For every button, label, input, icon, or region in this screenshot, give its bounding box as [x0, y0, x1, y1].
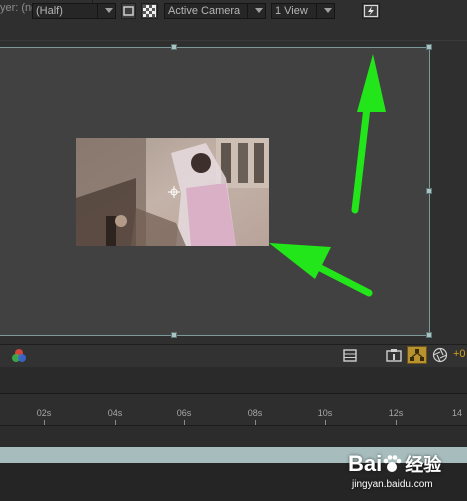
grid-guides-icon[interactable] — [342, 348, 358, 363]
resolution-dropdown[interactable]: (Half) — [32, 3, 116, 19]
watermark-brand: Bai — [348, 451, 383, 476]
camera-view-value: Active Camera — [168, 5, 241, 17]
chevron-down-icon — [105, 8, 113, 13]
fast-previews-icon — [363, 4, 379, 18]
region-of-interest-button[interactable] — [121, 3, 136, 19]
color-channels-icon[interactable] — [11, 348, 27, 364]
annotation-arrow-up — [351, 54, 386, 214]
transform-handle-top-right[interactable] — [426, 44, 432, 50]
pasteboard-edge — [0, 40, 467, 41]
view-layout-dropdown[interactable]: 1 View — [271, 3, 335, 19]
ruler-tick-label: 10s — [317, 408, 333, 418]
region-of-interest-icon — [123, 6, 134, 16]
watermark-brand-cn: 经验 — [405, 455, 442, 475]
ruler-tick-label: 02s — [36, 408, 52, 418]
transparency-grid-button[interactable] — [141, 3, 158, 19]
shutter-icon[interactable] — [432, 347, 448, 363]
ruler-tick-label: 12s — [388, 408, 404, 418]
chevron-down-icon — [324, 8, 332, 13]
annotation-arrow-left — [269, 243, 373, 297]
transform-handle-bottom[interactable] — [171, 332, 177, 338]
baidu-jingyan-watermark: Bai 经验 jingyan.baidu.com — [338, 447, 467, 501]
exposure-value[interactable]: +0 — [453, 348, 466, 360]
paw-logo-icon — [383, 455, 402, 472]
view-layout-value: 1 View — [275, 5, 308, 17]
snapshot-icon[interactable] — [385, 347, 403, 363]
watermark-site: jingyan.baidu.com — [352, 479, 433, 490]
resolution-value: (Half) — [36, 5, 63, 17]
ruler-tick-label: 04s — [107, 408, 123, 418]
transform-handle-right[interactable] — [426, 188, 432, 194]
chevron-down-icon — [255, 8, 263, 13]
timeline-track[interactable] — [0, 426, 467, 446]
ruler-tick-label: 14 — [452, 408, 463, 418]
ruler-tick-label: 08s — [247, 408, 263, 418]
flowchart-button[interactable] — [407, 346, 427, 364]
anchor-point-icon[interactable] — [168, 186, 180, 198]
ruler-tick-label: 06s — [176, 408, 192, 418]
transform-handle-top[interactable] — [171, 44, 177, 50]
fast-previews-button[interactable] — [362, 3, 380, 19]
comp-bound-bottom — [0, 335, 429, 336]
camera-view-dropdown[interactable]: Active Camera — [164, 3, 266, 19]
transparency-grid-icon — [143, 5, 156, 17]
transform-handle-bottom-right[interactable] — [426, 332, 432, 338]
comp-bound-top — [0, 47, 429, 48]
timeline-header — [0, 367, 467, 394]
flowchart-icon — [410, 349, 424, 361]
